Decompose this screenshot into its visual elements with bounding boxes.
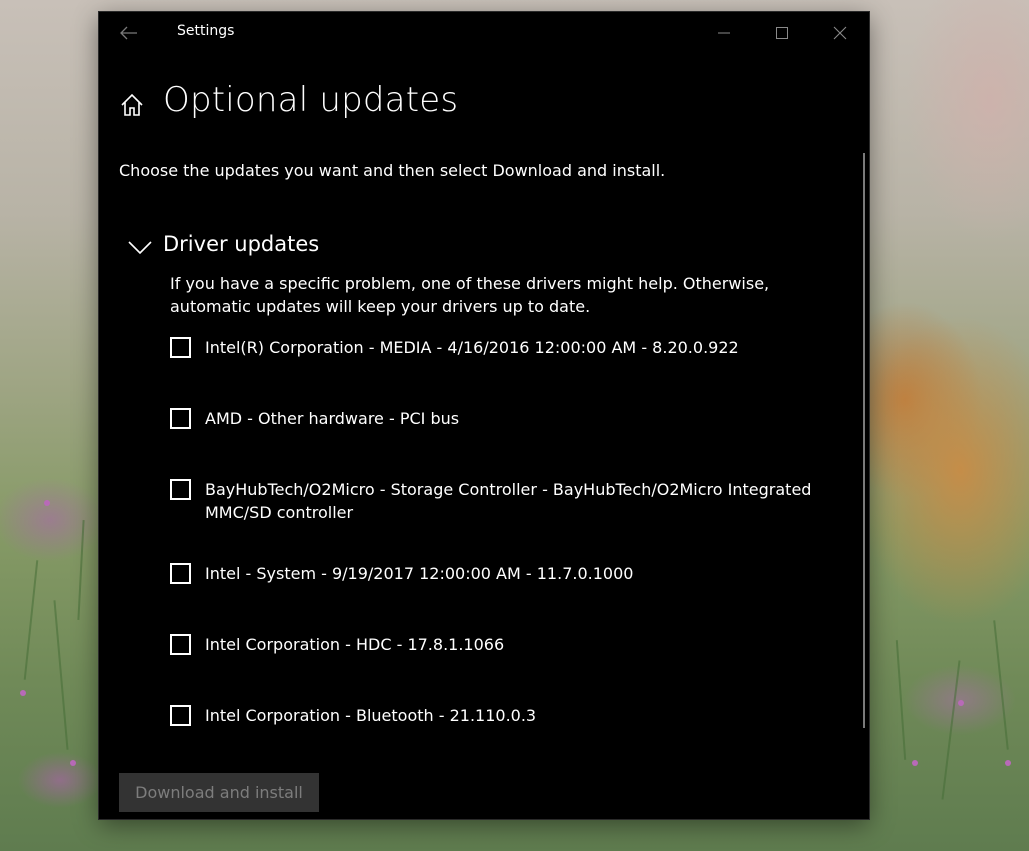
wallpaper-grass [895,640,907,760]
maximize-icon [776,27,788,39]
driver-update-item[interactable]: Intel(R) Corporation - MEDIA - 4/16/2016… [170,336,850,362]
settings-window: Settings Optional updates Choose the upd… [99,12,869,819]
minimize-icon [718,32,730,34]
wallpaper-flower [70,760,76,766]
update-label: AMD - Other hardware - PCI bus [205,409,460,428]
minimize-button[interactable] [695,12,753,53]
update-checkbox[interactable] [170,408,191,429]
maximize-button[interactable] [753,12,811,53]
chevron-down-icon [128,241,152,255]
driver-updates-description: If you have a specific problem, one of t… [170,274,770,316]
update-label: Intel - System - 9/19/2017 12:00:00 AM -… [205,564,634,583]
driver-update-item[interactable]: BayHubTech/O2Micro - Storage Controller … [170,478,850,522]
close-button[interactable] [811,12,869,53]
driver-update-item[interactable]: AMD - Other hardware - PCI bus [170,407,850,433]
wallpaper-grass [53,600,69,750]
download-and-install-button[interactable]: Download and install [119,773,319,812]
arrow-left-icon [120,26,137,40]
wallpaper-flower [20,690,26,696]
wallpaper-flower [1005,760,1011,766]
driver-update-item[interactable]: Intel Corporation - Bluetooth - 21.110.0… [170,704,850,730]
driver-updates-title: Driver updates [163,232,320,256]
wallpaper-flower [912,760,918,766]
title-bar[interactable]: Settings [99,12,869,53]
wallpaper-grass [23,560,39,680]
vertical-scrollbar[interactable] [863,153,865,728]
window-title: Settings [177,23,235,39]
home-icon[interactable] [119,92,145,118]
update-label: BayHubTech/O2Micro - Storage Controller … [205,480,812,522]
wallpaper-flower [44,500,50,506]
update-label: Intel Corporation - Bluetooth - 21.110.0… [205,706,537,725]
update-label: Intel(R) Corporation - MEDIA - 4/16/2016… [205,338,739,357]
page-title: Optional updates [163,80,459,120]
update-checkbox[interactable] [170,563,191,584]
back-button[interactable] [113,20,145,46]
update-checkbox[interactable] [170,337,191,358]
close-icon [833,26,847,40]
wallpaper-grass [993,620,1009,750]
wallpaper-flower [958,700,964,706]
update-label: Intel Corporation - HDC - 17.8.1.1066 [205,635,505,654]
update-checkbox[interactable] [170,634,191,655]
driver-update-item[interactable]: Intel Corporation - HDC - 17.8.1.1066 [170,633,850,659]
driver-update-item[interactable]: Intel - System - 9/19/2017 12:00:00 AM -… [170,562,850,588]
update-checkbox[interactable] [170,479,191,500]
update-checkbox[interactable] [170,705,191,726]
intro-text: Choose the updates you want and then sel… [119,161,666,180]
wallpaper-grass [941,660,961,800]
wallpaper-grass [77,520,85,620]
